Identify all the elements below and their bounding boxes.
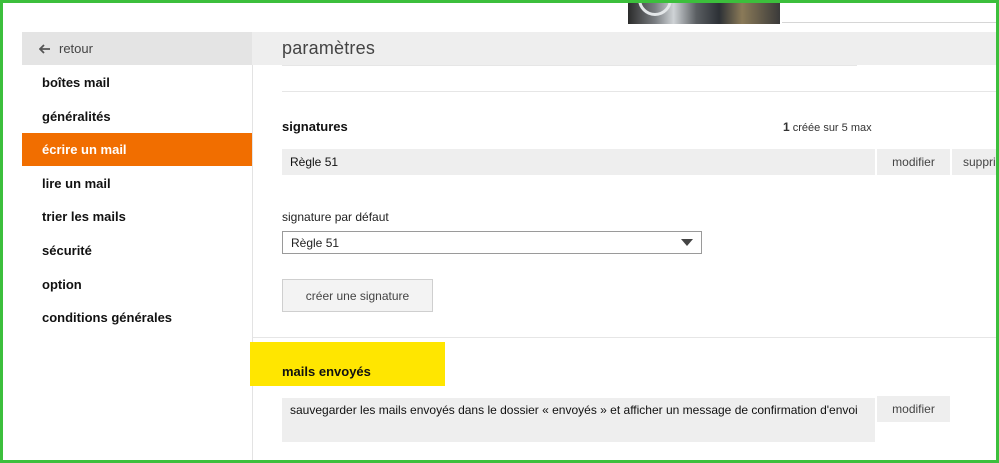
- sidebar-item-lire-un-mail[interactable]: lire un mail: [22, 167, 252, 200]
- sidebar-item-boites-mail[interactable]: boîtes mail: [22, 66, 252, 99]
- default-signature-select[interactable]: Règle 51: [282, 231, 702, 254]
- sent-mails-title: mails envoyés: [282, 364, 371, 379]
- sidebar-item-generalites[interactable]: généralités: [22, 100, 252, 133]
- select-value: Règle 51: [291, 235, 340, 250]
- back-button[interactable]: retour: [22, 32, 252, 65]
- sidebar-item-securite[interactable]: sécurité: [22, 234, 252, 267]
- page-title: paramètres: [282, 38, 376, 58]
- signature-name: Règle 51: [290, 155, 339, 169]
- signatures-count: 1 créée sur 5 max: [783, 120, 872, 134]
- edit-sent-mails-button[interactable]: modifier: [877, 396, 950, 422]
- sidebar-item-label: lire un mail: [42, 176, 111, 191]
- divider: [782, 22, 999, 23]
- sidebar-item-ecrire-un-mail[interactable]: écrire un mail: [22, 133, 252, 166]
- sidebar-item-label: écrire un mail: [42, 142, 127, 157]
- sent-mails-setting: sauvegarder les mails envoyés dans le do…: [282, 398, 875, 442]
- signatures-title: signatures: [282, 119, 348, 134]
- sidebar-item-label: trier les mails: [42, 209, 126, 224]
- sidebar-item-label: généralités: [42, 109, 111, 124]
- create-signature-button[interactable]: créer une signature: [282, 279, 433, 312]
- divider: [253, 337, 997, 338]
- sidebar-item-label: option: [42, 277, 82, 292]
- arrow-left-icon: [39, 43, 53, 55]
- sidebar-item-option[interactable]: option: [22, 268, 252, 301]
- divider: [948, 0, 968, 1]
- divider: [282, 65, 857, 66]
- edit-signature-button[interactable]: modifier: [877, 149, 950, 175]
- sidebar-item-label: sécurité: [42, 243, 92, 258]
- back-label: retour: [59, 41, 93, 56]
- sidebar-item-label: boîtes mail: [42, 75, 110, 90]
- count-number: 1: [783, 120, 790, 134]
- sidebar-item-trier-les-mails[interactable]: trier les mails: [22, 200, 252, 233]
- chevron-down-icon: [681, 239, 693, 246]
- sidebar: boîtes mail généralités écrire un mail l…: [22, 65, 253, 463]
- thumbnail-image[interactable]: [628, 0, 780, 24]
- default-signature-label: signature par défaut: [282, 210, 389, 224]
- sidebar-item-label: conditions générales: [42, 310, 173, 325]
- count-text: créée sur 5 max: [789, 122, 872, 134]
- divider: [282, 91, 997, 92]
- sidebar-item-conditions-generales[interactable]: conditions générales: [22, 301, 252, 334]
- signature-row: Règle 51: [282, 149, 875, 175]
- delete-signature-button[interactable]: suppri: [952, 149, 997, 175]
